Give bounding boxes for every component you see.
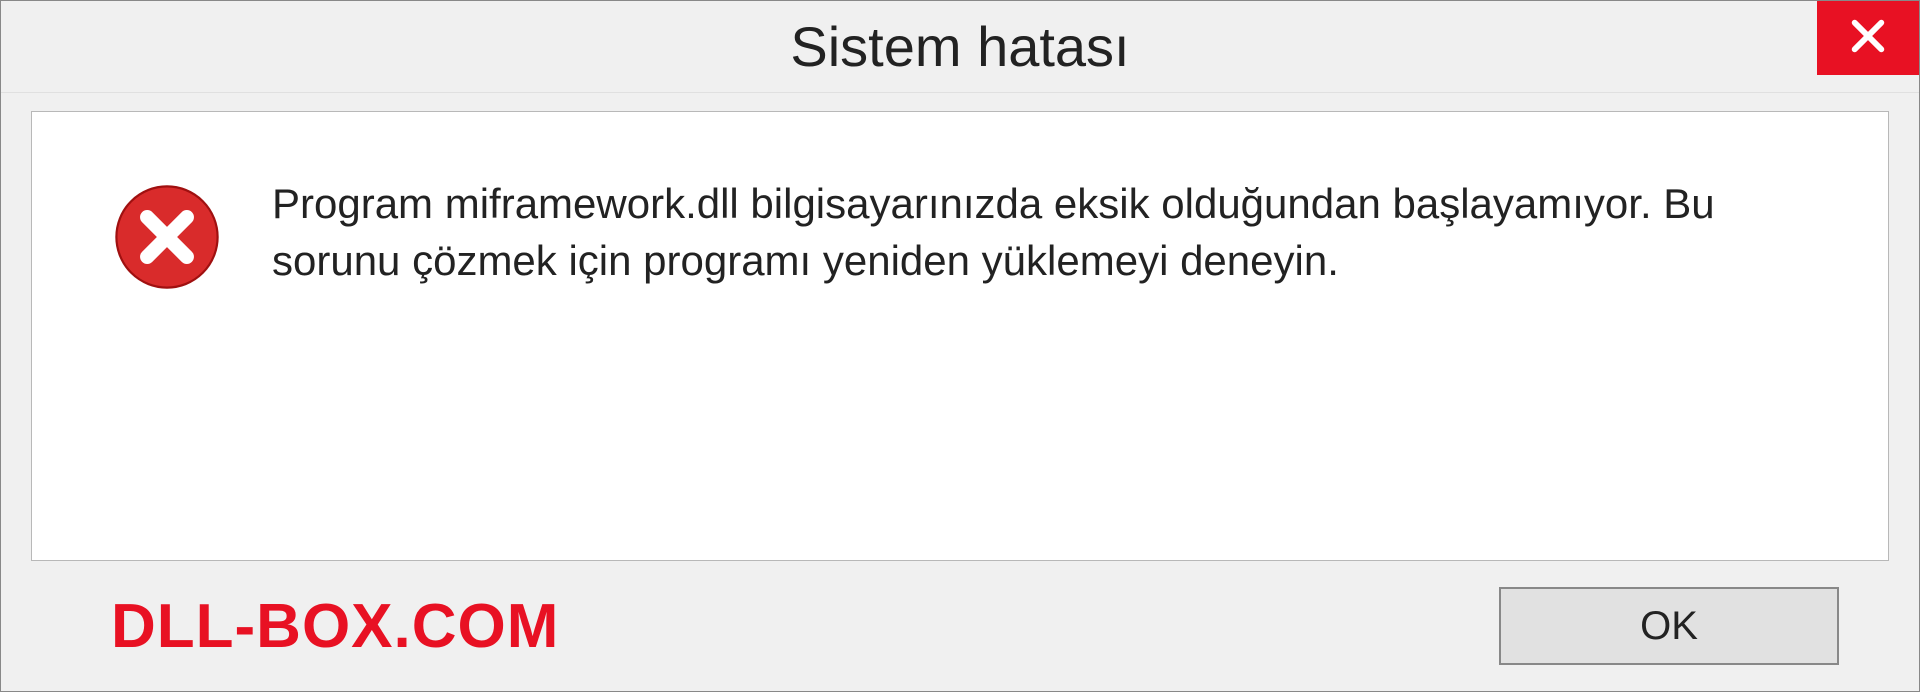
content-area: Program miframework.dll bilgisayarınızda… xyxy=(1,93,1919,691)
dialog-footer: DLL-BOX.COM OK xyxy=(31,561,1889,691)
watermark-text: DLL-BOX.COM xyxy=(111,591,559,662)
system-error-dialog: Sistem hatası Program miframework.dll bi… xyxy=(0,0,1920,692)
content-box: Program miframework.dll bilgisayarınızda… xyxy=(31,111,1889,561)
close-icon xyxy=(1848,16,1888,61)
ok-button-label: OK xyxy=(1640,604,1698,649)
dialog-title: Sistem hatası xyxy=(790,14,1129,79)
ok-button[interactable]: OK xyxy=(1499,587,1839,665)
error-icon xyxy=(112,182,222,292)
titlebar: Sistem hatası xyxy=(1,1,1919,93)
close-button[interactable] xyxy=(1817,1,1919,75)
error-message: Program miframework.dll bilgisayarınızda… xyxy=(272,172,1828,289)
